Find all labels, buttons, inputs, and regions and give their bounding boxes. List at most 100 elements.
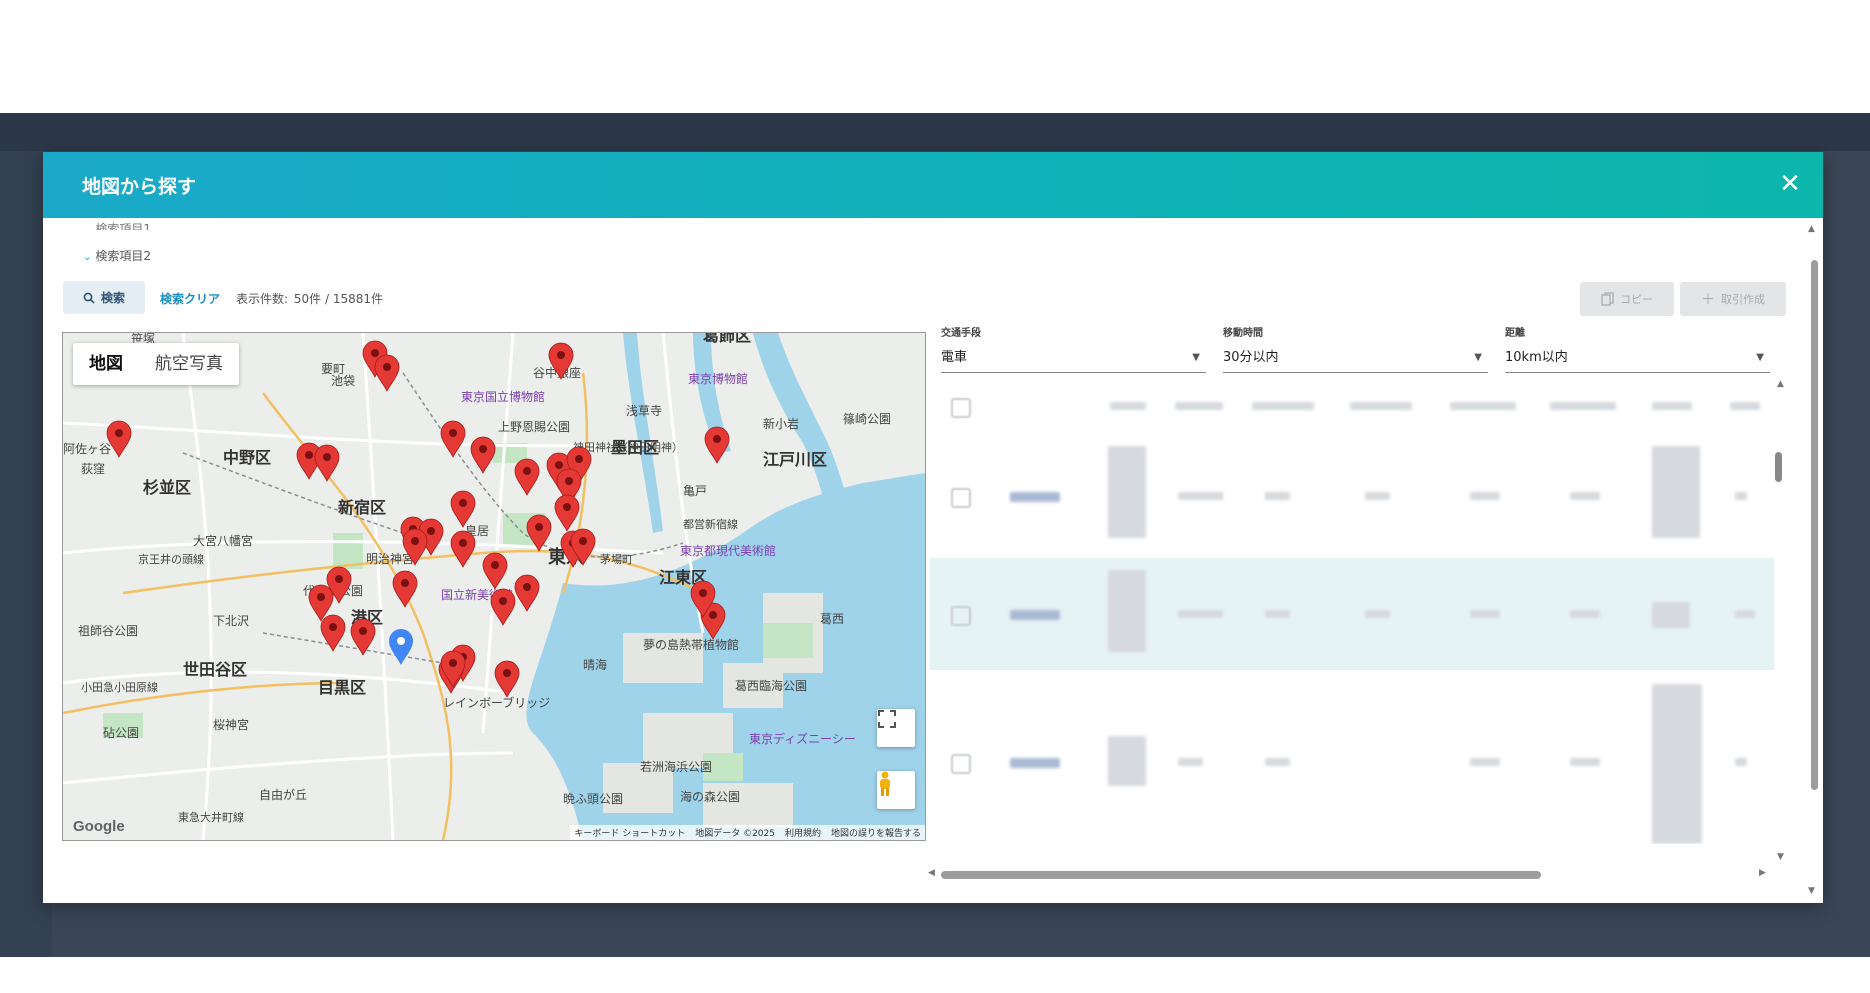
- copy-button-label: コピー: [1620, 293, 1653, 306]
- map-label: 海の森公園: [680, 789, 740, 804]
- distance-filter: 距離 10km以内 ▼: [1505, 324, 1770, 373]
- row-checkbox[interactable]: [951, 754, 971, 774]
- distance-value: 10km以内: [1505, 350, 1568, 365]
- modal-scroll-down-icon[interactable]: ▼: [1808, 886, 1815, 896]
- map-label: 晴海: [583, 657, 607, 672]
- table-cell: [1470, 610, 1500, 618]
- map-label: 葛西臨海公園: [735, 678, 807, 693]
- map-label: 大宮八幡宮: [193, 533, 253, 548]
- map-label: 東京博物館: [688, 371, 748, 386]
- transport-value: 電車: [941, 350, 968, 365]
- row-link[interactable]: [1010, 758, 1060, 768]
- criteria-item-1[interactable]: ⌄ 検索項目1: [83, 220, 151, 230]
- street-view-button[interactable]: [877, 771, 915, 809]
- table-cell: [1178, 758, 1203, 766]
- map-label: 葛西: [820, 612, 844, 626]
- table-row[interactable]: [930, 558, 1774, 670]
- table-cell: [1470, 758, 1500, 766]
- travel-time-filter-label: 移動時間: [1223, 328, 1263, 339]
- scroll-left-icon[interactable]: ◀: [928, 868, 935, 878]
- modal-scroll-up-icon[interactable]: ▲: [1808, 224, 1815, 234]
- map-label: 荻窪: [81, 461, 105, 476]
- origin-pin-dot: [397, 637, 405, 645]
- terms-link[interactable]: 利用規約: [785, 826, 821, 839]
- results-table[interactable]: [930, 376, 1774, 844]
- map-label: 桜神宮: [213, 717, 249, 732]
- table-row[interactable]: [930, 670, 1774, 844]
- copy-button[interactable]: コピー: [1580, 282, 1674, 316]
- map-label: レインボーブリッジ: [443, 695, 550, 710]
- close-icon[interactable]: ✕: [1775, 169, 1805, 199]
- table-cell: [1178, 610, 1223, 618]
- map-pin-dot: [503, 669, 511, 677]
- criteria-item-2[interactable]: ⌄ 検索項目2: [83, 247, 151, 264]
- map-label: 自由が丘: [259, 787, 307, 802]
- travel-time-value: 30分以内: [1223, 350, 1279, 365]
- map-label: 祖師谷公園: [78, 623, 138, 638]
- map-label: 京王井の頭線: [138, 552, 204, 566]
- map-type-map[interactable]: 地図: [73, 343, 139, 385]
- table-cell: [1735, 758, 1747, 766]
- map-pin-dot: [383, 363, 391, 371]
- fullscreen-button[interactable]: [877, 709, 915, 747]
- header-cell: [1350, 402, 1412, 410]
- row-checkbox[interactable]: [951, 488, 971, 508]
- keyboard-shortcuts-link[interactable]: キーボード ショートカット: [574, 826, 685, 839]
- map-label: 阿佐ヶ谷: [63, 442, 111, 456]
- header-cell: [1652, 402, 1692, 410]
- map-label: 目黒区: [318, 678, 366, 697]
- travel-time-select[interactable]: 30分以内 ▼: [1223, 344, 1488, 373]
- map-label: 小田急小田原線: [81, 680, 158, 694]
- map-pin-dot: [359, 627, 367, 635]
- table-vertical-scrollbar[interactable]: [1775, 452, 1782, 482]
- map-label: 東京国立博物館: [461, 389, 545, 404]
- result-count-value: 50件 / 15881件: [293, 292, 383, 306]
- report-error-link[interactable]: 地図の誤りを報告する: [831, 826, 921, 839]
- table-cell: [1570, 492, 1600, 500]
- travel-time-filter: 移動時間 30分以内 ▼: [1223, 324, 1488, 373]
- map-pin-dot: [557, 351, 565, 359]
- map-type-aerial[interactable]: 航空写真: [139, 343, 239, 385]
- row-checkbox[interactable]: [951, 606, 971, 626]
- map-pin-dot: [563, 503, 571, 511]
- search-button-label: 検索: [100, 291, 125, 305]
- map-pin-dot: [329, 623, 337, 631]
- create-transaction-button[interactable]: ＋ 取引作成: [1680, 282, 1786, 316]
- table-cell: [1570, 758, 1600, 766]
- transport-filter: 交通手段 電車 ▼: [941, 324, 1206, 373]
- header-cell: [1450, 402, 1516, 410]
- map-pin-dot: [371, 349, 379, 357]
- table-cell: [1265, 610, 1290, 618]
- scroll-right-icon[interactable]: ▶: [1759, 868, 1766, 878]
- search-button[interactable]: 検索: [63, 281, 145, 314]
- map-canvas[interactable]: 江戸川区 墨田区 中野区 杉並区 新宿区 江東区 世田谷区 目黒区 港区 東京 …: [63, 333, 925, 840]
- map-data-credit: 地図データ ©2025: [695, 829, 775, 839]
- header-cell: [1175, 402, 1223, 410]
- map-pin-dot: [323, 453, 331, 461]
- map-label: 下北沢: [213, 614, 249, 628]
- modal-vertical-scrollbar[interactable]: [1811, 260, 1818, 790]
- table-cell: [1470, 492, 1500, 500]
- map-view[interactable]: 江戸川区 墨田区 中野区 杉並区 新宿区 江東区 世田谷区 目黒区 港区 東京 …: [62, 332, 926, 841]
- table-cell: [1265, 492, 1290, 500]
- table-cell: [1108, 446, 1146, 538]
- table-cell: [1652, 446, 1700, 538]
- transport-select[interactable]: 電車 ▼: [941, 344, 1206, 373]
- row-link[interactable]: [1010, 610, 1060, 620]
- map-label: 茅場町: [600, 553, 633, 566]
- table-row[interactable]: [930, 436, 1774, 558]
- map-pin-dot: [479, 445, 487, 453]
- clear-search-link[interactable]: 検索クリア: [160, 290, 220, 307]
- scroll-up-icon[interactable]: ▲: [1777, 379, 1784, 389]
- map-pin-dot: [699, 589, 707, 597]
- row-link[interactable]: [1010, 492, 1060, 502]
- map-label: 中野区: [223, 448, 271, 467]
- map-pin-dot: [317, 593, 325, 601]
- table-horizontal-scrollbar[interactable]: [941, 871, 1541, 879]
- map-label: 明治神宮: [366, 551, 414, 566]
- scroll-down-icon[interactable]: ▼: [1777, 852, 1784, 862]
- select-all-checkbox[interactable]: [951, 398, 971, 418]
- copy-icon: [1601, 292, 1614, 306]
- distance-select[interactable]: 10km以内 ▼: [1505, 344, 1770, 373]
- map-pin-dot: [713, 435, 721, 443]
